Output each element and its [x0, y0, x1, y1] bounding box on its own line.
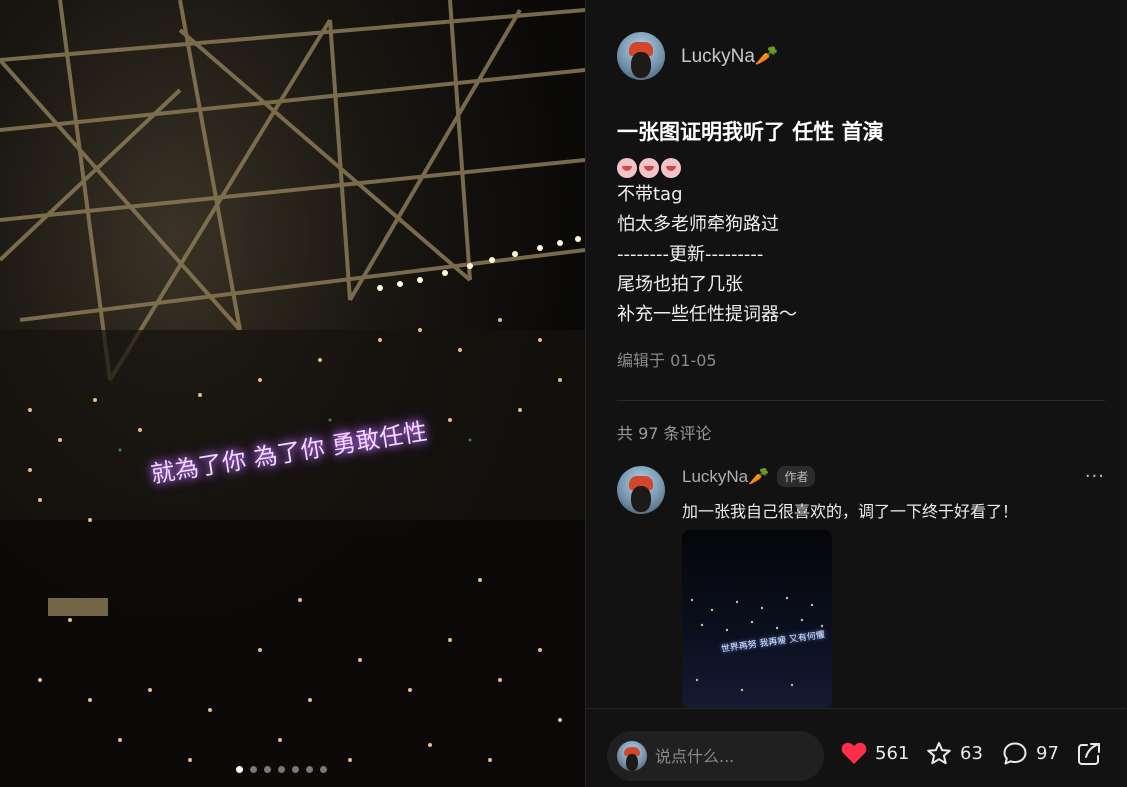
carousel-dot[interactable] [292, 766, 299, 773]
author-badge: 作者 [777, 466, 816, 487]
body-line: 尾场也拍了几张 [617, 274, 743, 295]
comment-input-box[interactable] [607, 731, 824, 781]
share-icon [1078, 743, 1100, 765]
author-name[interactable]: LuckyNa🥕 [681, 44, 779, 68]
emoji-row [617, 158, 797, 178]
carousel-dot[interactable] [236, 766, 243, 773]
post-title: 一张图证明我听了 任性 首演 [617, 120, 884, 144]
post-body: 不带tag 怕太多老师牵狗路过 --------更新--------- 尾场也拍… [617, 158, 797, 330]
post-author[interactable]: LuckyNa🥕 [617, 32, 779, 80]
carousel-dot[interactable] [264, 766, 271, 773]
my-avatar [617, 741, 647, 771]
share-button[interactable] [1076, 741, 1102, 767]
favorite-count: 63 [960, 743, 983, 764]
comment-button[interactable]: 97 [1002, 741, 1059, 766]
divider [617, 400, 1105, 401]
action-bar: 561 63 97 [586, 708, 1127, 787]
commenter-name[interactable]: LuckyNa🥕 [682, 467, 769, 487]
comment-action-count: 97 [1036, 743, 1059, 764]
carousel-dot[interactable] [250, 766, 257, 773]
comment-text: 加一张我自己很喜欢的，调了一下终于好看了！ [682, 502, 1019, 521]
peach-emoji-icon [617, 158, 637, 178]
carousel-indicator[interactable] [236, 766, 327, 773]
body-line: 补充一些任性提词器～ [617, 304, 797, 325]
post-detail-panel: LuckyNa🥕 一张图证明我听了 任性 首演 不带tag 怕太多老师牵狗路过 … [585, 0, 1127, 787]
comment-photo [690, 596, 824, 692]
comment-header: LuckyNa🥕 作者 [682, 466, 816, 487]
carousel-dot[interactable] [320, 766, 327, 773]
body-line: --------更新--------- [617, 244, 764, 265]
heart-icon [841, 742, 867, 764]
carousel-dot[interactable] [306, 766, 313, 773]
edited-date: 编辑于 01-05 [617, 351, 717, 370]
comment-input[interactable] [655, 746, 805, 766]
commenter-avatar[interactable] [617, 466, 665, 514]
post-photo[interactable]: 就為了你 為了你 勇敢任性 [0, 0, 585, 787]
favorite-button[interactable]: 63 [926, 741, 983, 766]
comment-bubble-icon [1003, 742, 1027, 765]
author-avatar[interactable] [617, 32, 665, 80]
comment-image[interactable]: 世界再努 我再瘦 又有何懼 [682, 530, 832, 708]
like-button[interactable]: 561 [841, 741, 909, 765]
concert-photo [0, 0, 585, 787]
carousel-dot[interactable] [278, 766, 285, 773]
comment-count: 共 97 条评论 [617, 424, 712, 443]
body-line: 怕太多老师牵狗路过 [617, 214, 779, 235]
body-line: 不带tag [617, 184, 683, 205]
like-count: 561 [875, 742, 910, 764]
star-icon [927, 742, 951, 765]
more-options-icon[interactable]: ··· [1085, 466, 1105, 487]
peach-emoji-icon [661, 158, 681, 178]
peach-emoji-icon [639, 158, 659, 178]
